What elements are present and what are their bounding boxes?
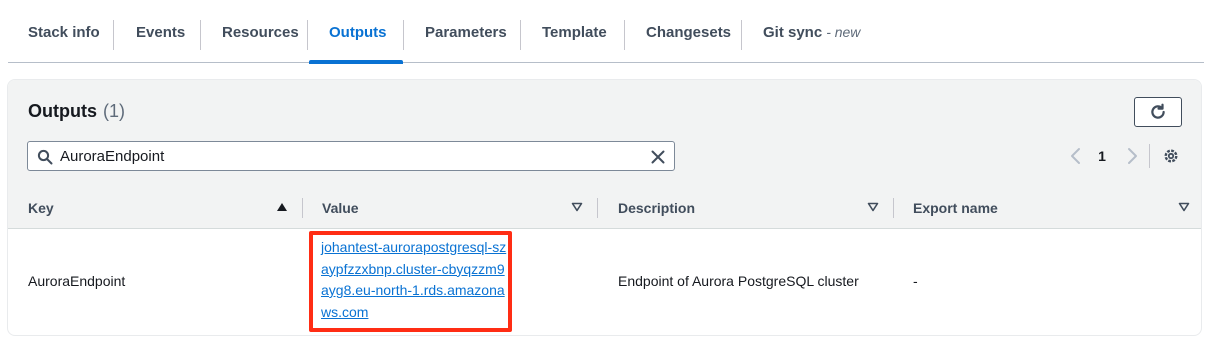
tab-events[interactable]: Events [136,0,185,64]
tab-label: Stack info [28,23,100,41]
tab-divider [520,20,521,50]
tab-git-sync[interactable]: Git sync - new [763,0,860,64]
tab-bar: Stack info Events Resources Outputs Para… [0,0,1204,64]
page-number[interactable]: 1 [1096,148,1108,164]
sort-descending-icon[interactable] [571,202,583,212]
refresh-icon [1151,103,1165,119]
refresh-button[interactable] [1134,97,1182,127]
tab-divider [403,20,404,50]
tab-label: Parameters [425,23,507,41]
column-header-export-name[interactable]: Export name [913,200,998,216]
output-count: (1) [103,101,125,121]
panel-title-text: Outputs [28,101,97,121]
column-header-description[interactable]: Description [618,200,695,216]
column-divider[interactable] [302,198,303,218]
sort-descending-icon[interactable] [1178,202,1190,212]
tab-new-badge: - new [826,24,861,40]
tab-changesets[interactable]: Changesets [646,0,731,64]
active-tab-indicator [309,60,403,64]
settings-icon[interactable] [1162,147,1180,165]
chevron-right-icon[interactable] [1124,147,1140,165]
sort-ascending-icon[interactable] [276,202,288,212]
search-icon [37,149,53,165]
tab-parameters[interactable]: Parameters [425,0,507,64]
column-divider[interactable] [597,198,598,218]
sort-descending-icon[interactable] [867,202,879,212]
pager-divider [1149,144,1150,168]
column-divider[interactable] [893,198,894,218]
tab-stack-info[interactable]: Stack info [28,0,100,64]
tab-divider [113,20,114,50]
tab-label: Outputs [329,23,387,41]
tab-divider [624,20,625,50]
tab-label: Events [136,23,186,41]
tab-divider [741,20,742,50]
tab-resources[interactable]: Resources [222,0,299,64]
cell-value-link[interactable]: johantest-aurorapostgresql-szaypfzzxbnp.… [321,237,511,323]
tab-divider [307,20,308,50]
tab-label: Changesets [646,23,732,41]
panel-title: Outputs (1) [28,101,125,122]
outputs-panel: Outputs (1) 1 Key Value [7,79,1202,336]
cell-export-name: - [913,273,918,289]
column-header-key[interactable]: Key [28,200,54,216]
tab-divider [200,20,201,50]
cell-description: Endpoint of Aurora PostgreSQL cluster [618,273,859,289]
tab-template[interactable]: Template [542,0,607,64]
tab-label: Resources [222,23,299,41]
search-field [27,141,675,171]
chevron-left-icon[interactable] [1068,147,1084,165]
clear-icon[interactable] [650,149,666,165]
column-header-value[interactable]: Value [322,200,359,216]
cell-key: AuroraEndpoint [28,273,126,289]
search-input[interactable] [60,145,640,167]
tab-label: Git sync [763,23,823,41]
tab-outputs[interactable]: Outputs [329,0,387,64]
table-header: Key Value Description Export name [8,188,1201,229]
tab-label: Template [542,23,607,41]
tab-baseline [8,62,1204,63]
